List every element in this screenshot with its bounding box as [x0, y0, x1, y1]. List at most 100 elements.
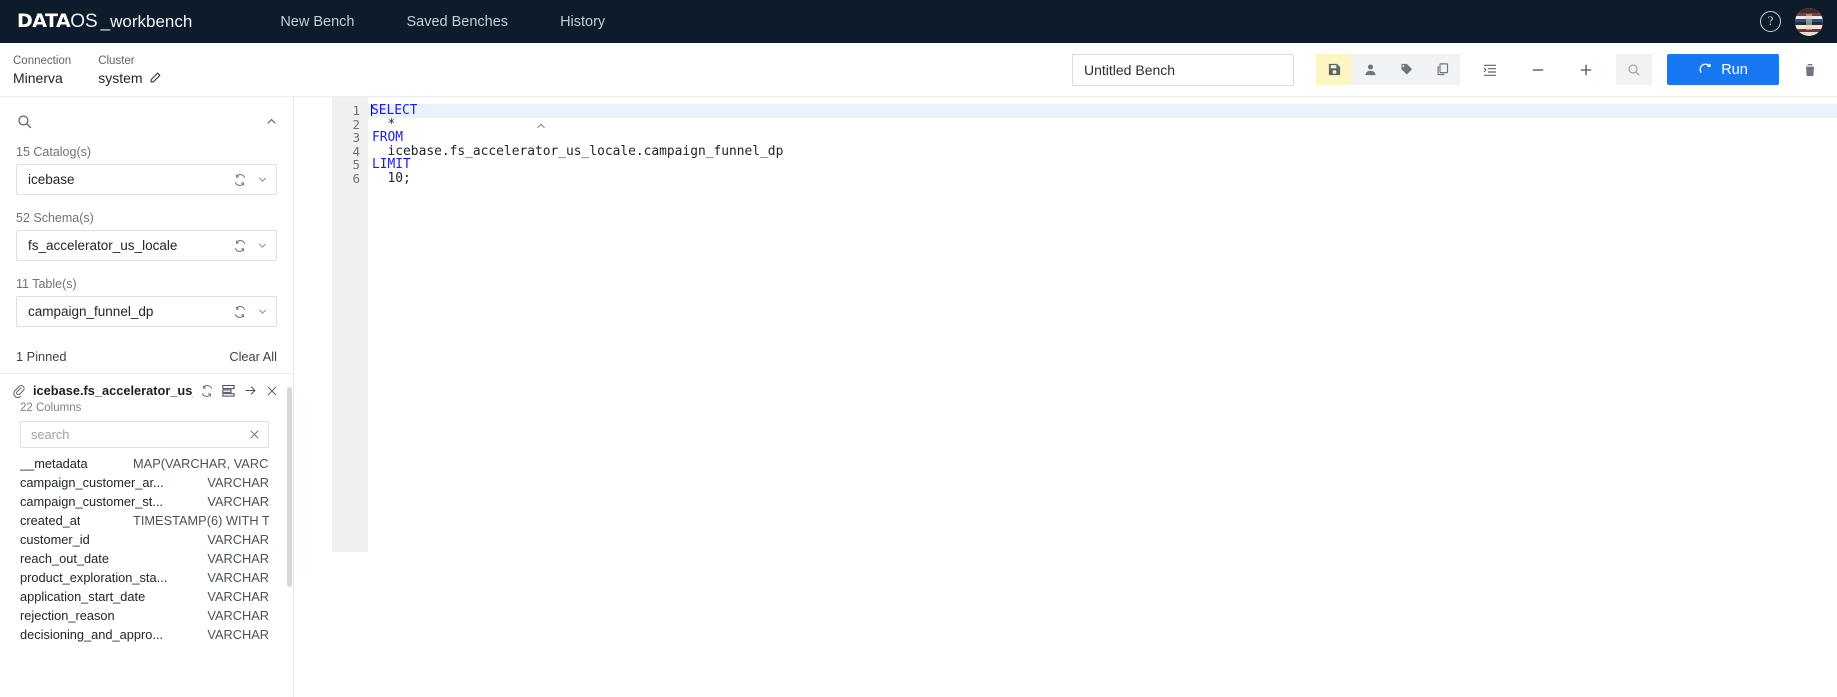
code-line-5[interactable]: LIMIT: [368, 158, 1837, 172]
editor-collapse-chevron-icon[interactable]: [534, 119, 548, 138]
table-chevron-down-icon[interactable]: [256, 305, 269, 318]
column-name: created_at: [20, 513, 81, 528]
columns-count-label: 22 Columns: [20, 402, 82, 414]
nav-item-history[interactable]: History: [534, 14, 631, 30]
help-icon[interactable]: ?: [1760, 11, 1781, 32]
column-row[interactable]: customer_id VARCHAR: [0, 530, 293, 549]
schema-select-icons: [233, 239, 269, 253]
run-query-button[interactable]: Run: [1667, 54, 1779, 85]
unpin-close-icon[interactable]: [265, 384, 279, 398]
schema-selected-value: fs_accelerator_us_locale: [28, 238, 178, 253]
column-type: VARCHAR: [207, 608, 269, 623]
column-row[interactable]: application_start_date VARCHAR: [0, 587, 293, 606]
logo-text-os: OS: [70, 11, 98, 32]
catalog-select[interactable]: icebase: [16, 164, 277, 195]
column-row[interactable]: reach_out_date VARCHAR: [0, 549, 293, 568]
line-number-gutter: 1 2 3 4 5 6: [332, 97, 368, 552]
toolbar-icon-group: [1316, 54, 1460, 85]
find-in-query-button[interactable]: [1616, 54, 1652, 85]
column-row[interactable]: rejection_reason VARCHAR: [0, 606, 293, 625]
catalog-refresh-icon[interactable]: [233, 173, 247, 187]
pinned-header-row: 1 Pinned Clear All: [0, 343, 293, 373]
table-select[interactable]: campaign_funnel_dp: [16, 296, 277, 327]
search-icon[interactable]: [16, 113, 33, 130]
edit-pencil-icon[interactable]: [149, 71, 162, 84]
schema-count-label: 52 Schema(s): [16, 211, 94, 225]
pinned-table-title: icebase.fs_accelerator_us_l...: [33, 383, 193, 398]
dataos-workbench-logo[interactable]: DATA OS _workbench: [17, 10, 192, 33]
copy-button[interactable]: [1424, 54, 1460, 85]
code-line-6[interactable]: 10;: [368, 172, 1837, 186]
cluster-value-row: system: [98, 69, 161, 87]
collapse-sidebar-chevron-up-icon[interactable]: [264, 114, 279, 129]
column-type: VARCHAR: [207, 494, 269, 509]
user-avatar[interactable]: [1795, 7, 1823, 36]
code-line-3[interactable]: FROM: [368, 131, 1837, 145]
column-name: reach_out_date: [20, 551, 109, 566]
table-refresh-icon[interactable]: [233, 305, 247, 319]
connection-info-block: Connection Minerva Cluster system: [0, 53, 162, 87]
paperclip-icon[interactable]: [12, 384, 26, 398]
table-select-icons: [233, 305, 269, 319]
zoom-out-button[interactable]: [1520, 54, 1556, 85]
column-row[interactable]: product_exploration_sta... VARCHAR: [0, 568, 293, 587]
cluster-label: Cluster: [98, 54, 135, 67]
line-number: 3: [352, 130, 360, 146]
run-button-label: Run: [1721, 61, 1748, 78]
zoom-in-button[interactable]: [1568, 54, 1604, 85]
column-type: VARCHAR: [207, 627, 269, 642]
results-pane-empty: [294, 553, 1837, 697]
cluster-field: Cluster system: [98, 53, 161, 87]
editor-toolbar: Connection Minerva Cluster system Untitl…: [0, 43, 1837, 97]
column-type: VARCHAR: [207, 475, 269, 490]
column-type: VARCHAR: [207, 570, 269, 585]
logo-text-data: DATA: [17, 10, 71, 32]
sidebar-scrollbar-thumb[interactable]: [287, 387, 292, 587]
line-number: 6: [352, 170, 360, 186]
column-search-input[interactable]: [31, 427, 248, 442]
pinned-count-label: 1 Pinned: [16, 349, 67, 364]
code-line-4[interactable]: icebase.fs_accelerator_us_locale.campaig…: [368, 145, 1837, 159]
sql-code-area[interactable]: 1 2 3 4 5 6 SELECT * FROM icebase.fs_acc…: [332, 97, 1837, 552]
column-row[interactable]: __metadata MAP(VARCHAR, VARCH...: [0, 454, 293, 473]
avatar-image: [1795, 7, 1823, 36]
pinned-refresh-icon[interactable]: [200, 384, 214, 398]
column-search-box[interactable]: [20, 421, 269, 448]
clear-all-button[interactable]: Clear All: [229, 349, 277, 364]
column-name: decisioning_and_appro...: [20, 627, 164, 642]
catalog-chevron-down-icon[interactable]: [256, 173, 269, 186]
format-query-button[interactable]: [1472, 54, 1508, 85]
top-navigation-bar: DATA OS _workbench New Bench Saved Bench…: [0, 0, 1837, 43]
schema-select[interactable]: fs_accelerator_us_locale: [16, 230, 277, 261]
catalog-count-label: 15 Catalog(s): [16, 145, 92, 159]
logo-text-workbench: _workbench: [100, 12, 193, 31]
column-name: application_start_date: [20, 589, 146, 604]
share-user-button[interactable]: [1352, 54, 1388, 85]
column-row[interactable]: created_at TIMESTAMP(6) WITH TI...: [0, 511, 293, 530]
column-name: customer_id: [20, 532, 90, 547]
pinned-table-item[interactable]: icebase.fs_accelerator_us_l...: [0, 373, 293, 398]
nav-item-saved-benches[interactable]: Saved Benches: [380, 14, 534, 30]
column-row[interactable]: decisioning_and_appro... VARCHAR: [0, 625, 293, 644]
bench-name-input[interactable]: [1072, 53, 1294, 86]
schema-refresh-icon[interactable]: [233, 239, 247, 253]
delete-bench-button[interactable]: [1795, 54, 1825, 85]
save-button[interactable]: [1316, 54, 1352, 85]
table-preview-icon[interactable]: [221, 383, 236, 398]
insert-into-query-arrow-icon[interactable]: [243, 383, 258, 398]
tag-button[interactable]: [1388, 54, 1424, 85]
code-line-1[interactable]: SELECT: [368, 104, 1837, 118]
nav-item-new-bench[interactable]: New Bench: [254, 14, 380, 30]
column-row[interactable]: campaign_customer_ar... VARCHAR: [0, 473, 293, 492]
connection-field: Connection Minerva: [13, 53, 71, 87]
column-name: rejection_reason: [20, 608, 115, 623]
column-type: VARCHAR: [207, 589, 269, 604]
toolbar-actions: Run: [1072, 53, 1825, 86]
column-row[interactable]: campaign_customer_st... VARCHAR: [0, 492, 293, 511]
column-name: product_exploration_sta...: [20, 570, 168, 585]
column-search-clear-icon[interactable]: [248, 428, 261, 441]
column-type: TIMESTAMP(6) WITH TI...: [133, 513, 269, 528]
schema-chevron-down-icon[interactable]: [256, 239, 269, 252]
code-line-2[interactable]: *: [368, 117, 1837, 132]
sql-code-text[interactable]: SELECT * FROM icebase.fs_accelerator_us_…: [368, 97, 1837, 552]
